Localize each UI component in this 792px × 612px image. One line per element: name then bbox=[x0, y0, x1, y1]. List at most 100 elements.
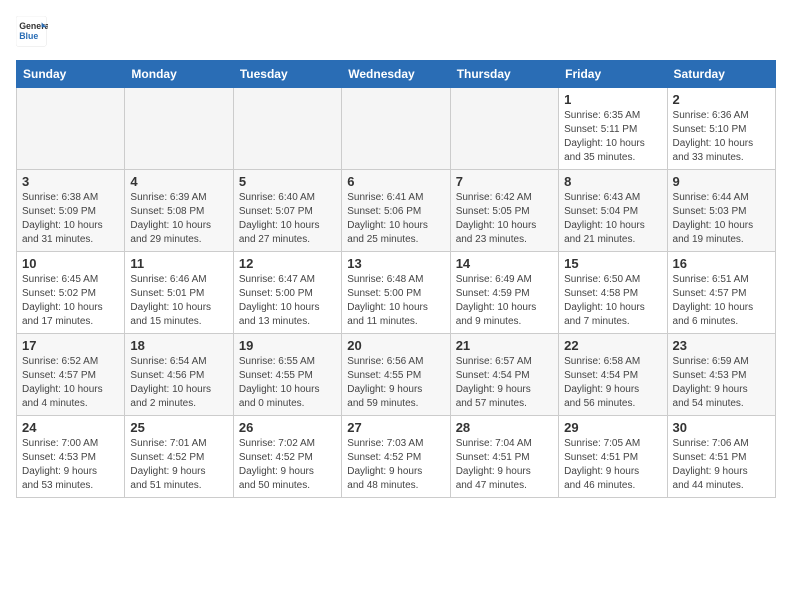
calendar-cell: 16Sunrise: 6:51 AMSunset: 4:57 PMDayligh… bbox=[667, 252, 775, 334]
day-info: Sunrise: 6:52 AMSunset: 4:57 PMDaylight:… bbox=[22, 355, 119, 411]
day-number: 10 bbox=[22, 256, 119, 271]
calendar-cell: 11 Sunrise: 6:46 AMSunset: 5:01 PMDayligh… bbox=[125, 252, 233, 334]
calendar-cell bbox=[233, 88, 341, 170]
day-info: Sunrise: 6:41 AMSunset: 5:06 PMDaylight:… bbox=[347, 191, 444, 247]
logo: General Blue bbox=[16, 16, 52, 48]
day-info: Sunrise: 7:05 AMSunset: 4:51 PMDaylight:… bbox=[564, 437, 661, 493]
weekday-header-saturday: Saturday bbox=[667, 61, 775, 88]
day-info: Sunrise: 7:01 AMSunset: 4:52 PMDaylight:… bbox=[130, 437, 227, 493]
day-number: 18 bbox=[130, 338, 227, 353]
calendar-cell: 14 Sunrise: 6:49 AMSunset: 4:59 PMDayligh… bbox=[450, 252, 558, 334]
calendar-cell: 7 Sunrise: 6:42 AMSunset: 5:05 PMDaylight… bbox=[450, 170, 558, 252]
day-number: 11 bbox=[130, 256, 227, 271]
calendar-cell: 22Sunrise: 6:58 AMSunset: 4:54 PMDayligh… bbox=[559, 334, 667, 416]
calendar-week-3: 10Sunrise: 6:45 AMSunset: 5:02 PMDayligh… bbox=[17, 252, 776, 334]
day-info: Sunrise: 7:06 AMSunset: 4:51 PMDaylight:… bbox=[673, 437, 770, 493]
calendar-table: SundayMondayTuesdayWednesdayThursdayFrid… bbox=[16, 60, 776, 498]
day-info: Sunrise: 6:42 AMSunset: 5:05 PMDaylight:… bbox=[456, 191, 553, 247]
day-number: 28 bbox=[456, 420, 553, 435]
day-number: 26 bbox=[239, 420, 336, 435]
day-info: Sunrise: 6:35 AMSunset: 5:11 PMDaylight:… bbox=[564, 109, 661, 165]
day-number: 27 bbox=[347, 420, 444, 435]
calendar-cell: 26 Sunrise: 7:02 AMSunset: 4:52 PMDayligh… bbox=[233, 416, 341, 498]
day-number: 25 bbox=[130, 420, 227, 435]
day-info: Sunrise: 6:49 AMSunset: 4:59 PMDaylight:… bbox=[456, 273, 553, 329]
weekday-header-monday: Monday bbox=[125, 61, 233, 88]
day-info: Sunrise: 6:55 AMSunset: 4:55 PMDaylight:… bbox=[239, 355, 336, 411]
calendar-cell: 21 Sunrise: 6:57 AMSunset: 4:54 PMDayligh… bbox=[450, 334, 558, 416]
day-info: Sunrise: 6:50 AMSunset: 4:58 PMDaylight:… bbox=[564, 273, 661, 329]
day-number: 21 bbox=[456, 338, 553, 353]
calendar-cell: 9 Sunrise: 6:44 AMSunset: 5:03 PMDaylight… bbox=[667, 170, 775, 252]
calendar-cell: 18 Sunrise: 6:54 AMSunset: 4:56 PMDayligh… bbox=[125, 334, 233, 416]
calendar-cell bbox=[450, 88, 558, 170]
weekday-header-sunday: Sunday bbox=[17, 61, 125, 88]
calendar-cell: 27 Sunrise: 7:03 AMSunset: 4:52 PMDayligh… bbox=[342, 416, 450, 498]
day-number: 30 bbox=[673, 420, 770, 435]
calendar-cell: 23 Sunrise: 6:59 AMSunset: 4:53 PMDayligh… bbox=[667, 334, 775, 416]
calendar-cell bbox=[342, 88, 450, 170]
day-info: Sunrise: 7:00 AMSunset: 4:53 PMDaylight:… bbox=[22, 437, 119, 493]
calendar-cell: 1 Sunrise: 6:35 AMSunset: 5:11 PMDaylight… bbox=[559, 88, 667, 170]
calendar-week-1: 1 Sunrise: 6:35 AMSunset: 5:11 PMDaylight… bbox=[17, 88, 776, 170]
calendar-cell: 24 Sunrise: 7:00 AMSunset: 4:53 PMDayligh… bbox=[17, 416, 125, 498]
calendar-cell: 28 Sunrise: 7:04 AMSunset: 4:51 PMDayligh… bbox=[450, 416, 558, 498]
day-info: Sunrise: 6:59 AMSunset: 4:53 PMDaylight:… bbox=[673, 355, 770, 411]
day-number: 5 bbox=[239, 174, 336, 189]
calendar-week-2: 3Sunrise: 6:38 AMSunset: 5:09 PMDaylight… bbox=[17, 170, 776, 252]
weekday-header-friday: Friday bbox=[559, 61, 667, 88]
calendar-cell: 29Sunrise: 7:05 AMSunset: 4:51 PMDayligh… bbox=[559, 416, 667, 498]
day-number: 19 bbox=[239, 338, 336, 353]
calendar-cell: 19 Sunrise: 6:55 AMSunset: 4:55 PMDayligh… bbox=[233, 334, 341, 416]
calendar-week-5: 24 Sunrise: 7:00 AMSunset: 4:53 PMDayligh… bbox=[17, 416, 776, 498]
calendar-cell: 5 Sunrise: 6:40 AMSunset: 5:07 PMDaylight… bbox=[233, 170, 341, 252]
logo-icon: General Blue bbox=[16, 16, 48, 48]
day-number: 7 bbox=[456, 174, 553, 189]
day-number: 9 bbox=[673, 174, 770, 189]
calendar-cell bbox=[125, 88, 233, 170]
weekday-header-tuesday: Tuesday bbox=[233, 61, 341, 88]
day-info: Sunrise: 6:51 AMSunset: 4:57 PMDaylight:… bbox=[673, 273, 770, 329]
day-info: Sunrise: 6:46 AMSunset: 5:01 PMDaylight:… bbox=[130, 273, 227, 329]
day-info: Sunrise: 6:54 AMSunset: 4:56 PMDaylight:… bbox=[130, 355, 227, 411]
day-number: 24 bbox=[22, 420, 119, 435]
calendar-cell: 13 Sunrise: 6:48 AMSunset: 5:00 PMDayligh… bbox=[342, 252, 450, 334]
weekday-header-wednesday: Wednesday bbox=[342, 61, 450, 88]
svg-text:Blue: Blue bbox=[19, 31, 38, 41]
day-number: 2 bbox=[673, 92, 770, 107]
calendar-week-4: 17 Sunrise: 6:52 AMSunset: 4:57 PMDayligh… bbox=[17, 334, 776, 416]
day-info: Sunrise: 7:03 AMSunset: 4:52 PMDaylight:… bbox=[347, 437, 444, 493]
day-number: 17 bbox=[22, 338, 119, 353]
day-info: Sunrise: 7:04 AMSunset: 4:51 PMDaylight:… bbox=[456, 437, 553, 493]
day-number: 14 bbox=[456, 256, 553, 271]
day-info: Sunrise: 6:57 AMSunset: 4:54 PMDaylight:… bbox=[456, 355, 553, 411]
day-info: Sunrise: 6:48 AMSunset: 5:00 PMDaylight:… bbox=[347, 273, 444, 329]
day-number: 1 bbox=[564, 92, 661, 107]
day-info: Sunrise: 6:56 AMSunset: 4:55 PMDaylight:… bbox=[347, 355, 444, 411]
day-info: Sunrise: 6:39 AMSunset: 5:08 PMDaylight:… bbox=[130, 191, 227, 247]
day-number: 23 bbox=[673, 338, 770, 353]
day-info: Sunrise: 6:43 AMSunset: 5:04 PMDaylight:… bbox=[564, 191, 661, 247]
weekday-header-row: SundayMondayTuesdayWednesdayThursdayFrid… bbox=[17, 61, 776, 88]
day-info: Sunrise: 7:02 AMSunset: 4:52 PMDaylight:… bbox=[239, 437, 336, 493]
calendar-cell: 8 Sunrise: 6:43 AMSunset: 5:04 PMDaylight… bbox=[559, 170, 667, 252]
calendar-cell: 17 Sunrise: 6:52 AMSunset: 4:57 PMDayligh… bbox=[17, 334, 125, 416]
day-number: 12 bbox=[239, 256, 336, 271]
day-info: Sunrise: 6:44 AMSunset: 5:03 PMDaylight:… bbox=[673, 191, 770, 247]
day-number: 13 bbox=[347, 256, 444, 271]
day-info: Sunrise: 6:47 AMSunset: 5:00 PMDaylight:… bbox=[239, 273, 336, 329]
calendar-cell bbox=[17, 88, 125, 170]
calendar-cell: 15Sunrise: 6:50 AMSunset: 4:58 PMDayligh… bbox=[559, 252, 667, 334]
day-number: 6 bbox=[347, 174, 444, 189]
day-info: Sunrise: 6:58 AMSunset: 4:54 PMDaylight:… bbox=[564, 355, 661, 411]
day-number: 8 bbox=[564, 174, 661, 189]
calendar-cell: 12 Sunrise: 6:47 AMSunset: 5:00 PMDayligh… bbox=[233, 252, 341, 334]
calendar-cell: 10Sunrise: 6:45 AMSunset: 5:02 PMDayligh… bbox=[17, 252, 125, 334]
calendar-cell: 3Sunrise: 6:38 AMSunset: 5:09 PMDaylight… bbox=[17, 170, 125, 252]
calendar-cell: 4Sunrise: 6:39 AMSunset: 5:08 PMDaylight… bbox=[125, 170, 233, 252]
calendar-cell: 2Sunrise: 6:36 AMSunset: 5:10 PMDaylight… bbox=[667, 88, 775, 170]
day-info: Sunrise: 6:40 AMSunset: 5:07 PMDaylight:… bbox=[239, 191, 336, 247]
day-info: Sunrise: 6:38 AMSunset: 5:09 PMDaylight:… bbox=[22, 191, 119, 247]
weekday-header-thursday: Thursday bbox=[450, 61, 558, 88]
calendar-cell: 25 Sunrise: 7:01 AMSunset: 4:52 PMDayligh… bbox=[125, 416, 233, 498]
